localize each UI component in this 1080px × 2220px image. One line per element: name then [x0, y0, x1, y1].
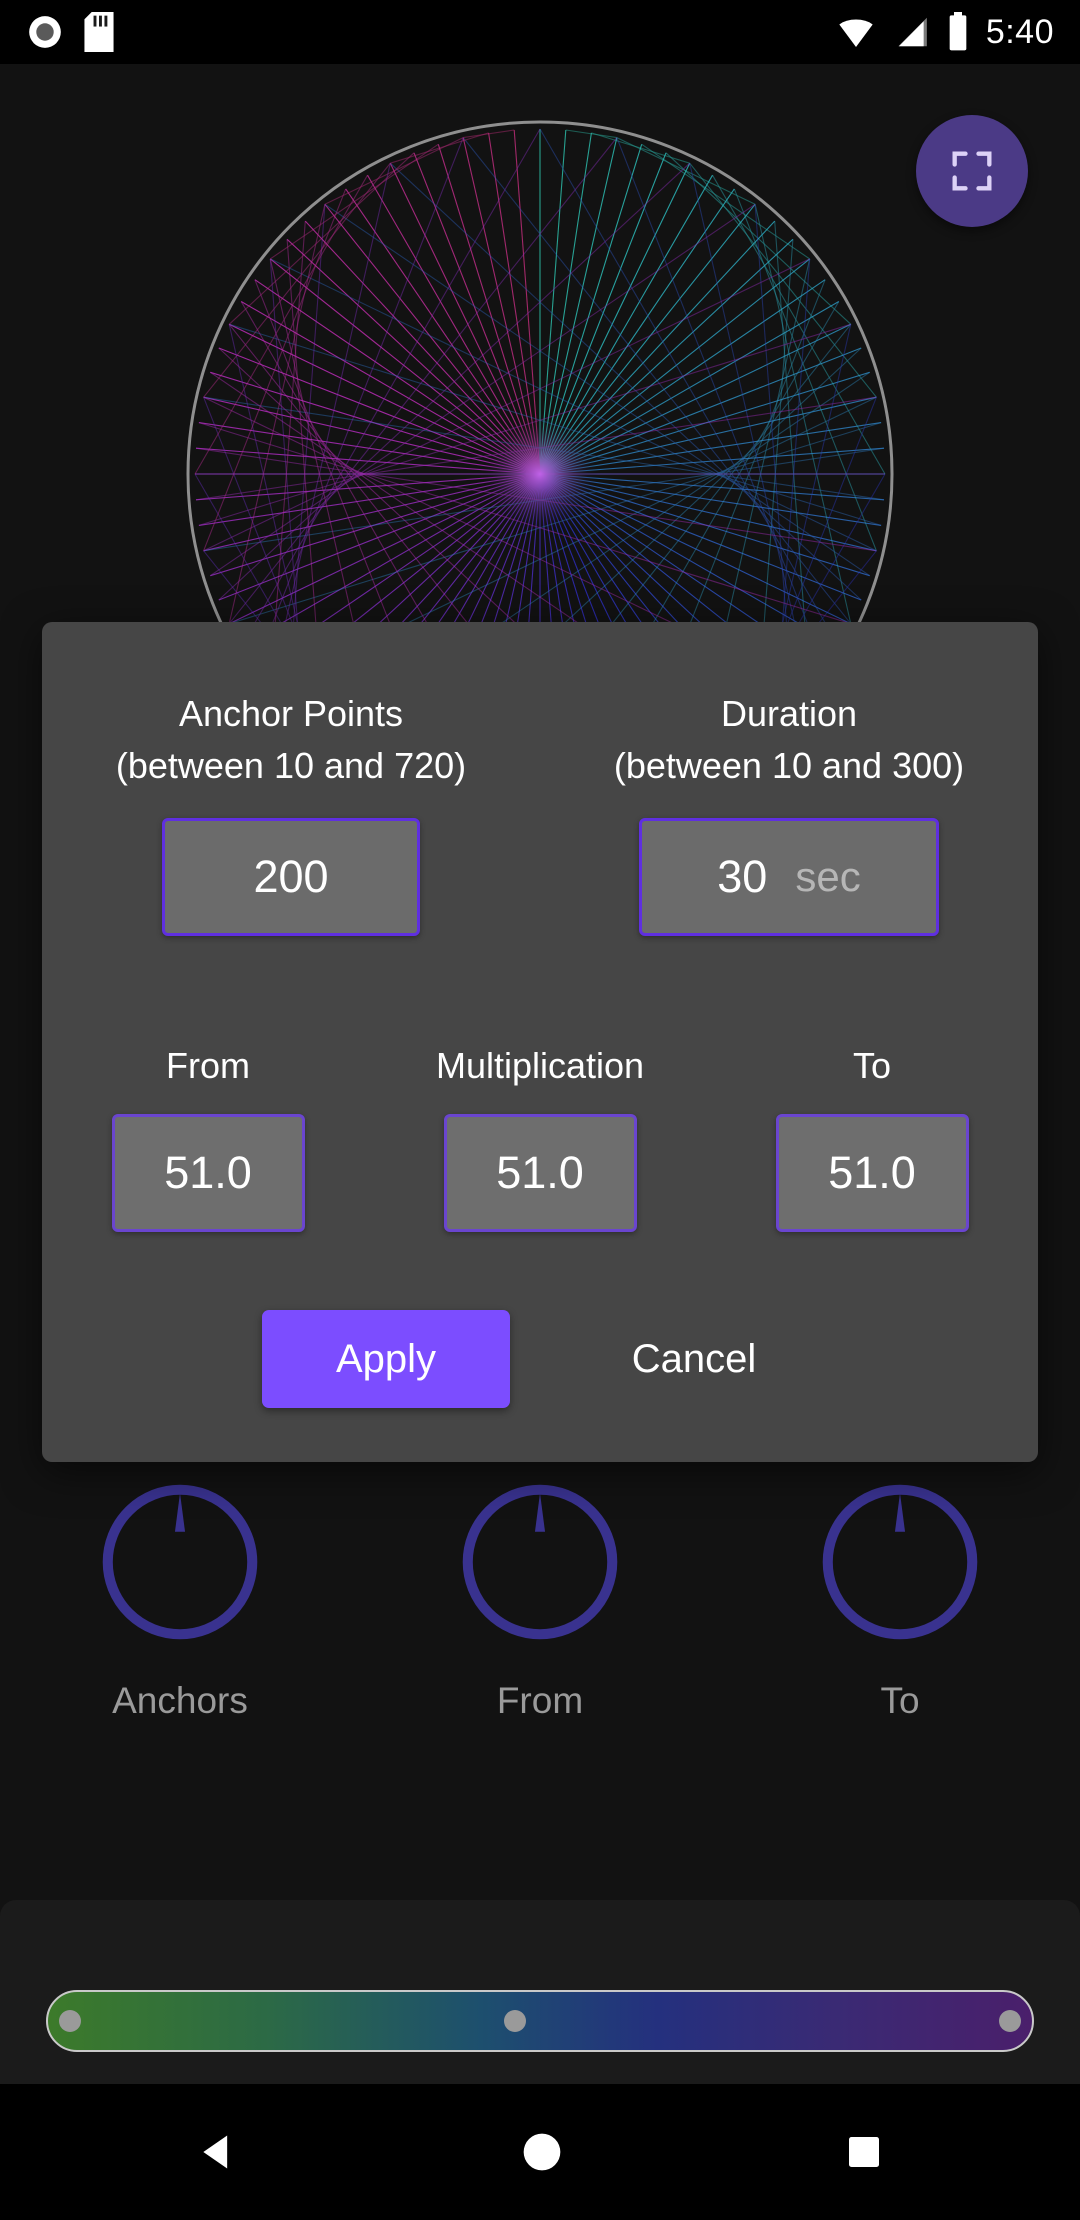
sd-card-icon [84, 12, 114, 52]
duration-input-cell: 30 sec [540, 818, 1038, 936]
duration-range: (between 10 and 300) [613, 745, 965, 786]
knob-from-dial[interactable] [456, 1478, 624, 1646]
knob-anchors-dial[interactable] [96, 1478, 264, 1646]
anchor-points-range: (between 10 and 720) [115, 745, 467, 786]
cancel-button[interactable]: Cancel [570, 1310, 818, 1408]
nav-home-button[interactable] [520, 2130, 564, 2174]
status-bar-right-icons: 5:40 [836, 12, 1054, 52]
from-input-cell: 51.0 [42, 1114, 374, 1232]
duration-unit: sec [795, 853, 861, 900]
status-bar-clock: 5:40 [985, 12, 1054, 51]
apply-button[interactable]: Apply [262, 1310, 510, 1408]
slider-handle-start[interactable] [58, 2010, 81, 2032]
multiplication-input-cell: 51.0 [374, 1114, 706, 1232]
top-inputs-row: 200 30 sec [42, 818, 1038, 936]
duration-value: 30 [717, 851, 768, 902]
knob-row: Anchors From To [0, 1478, 1080, 1778]
knob-from-label: From [496, 1680, 584, 1721]
battery-icon [949, 12, 967, 51]
wifi-icon [839, 19, 873, 47]
cellular-signal-icon [898, 17, 927, 47]
fullscreen-icon [952, 151, 992, 191]
multiplication-label: Multiplication [435, 1045, 645, 1086]
color-slider-panel [0, 1900, 1080, 2084]
color-gradient-slider[interactable] [46, 1990, 1034, 2052]
bottom-labels-row: From Multiplication To [42, 1040, 1038, 1092]
from-label: From [166, 1045, 250, 1086]
recents-square-icon [849, 2137, 879, 2167]
anchor-input-cell: 200 [42, 818, 540, 936]
status-bar-left-icons [26, 12, 114, 52]
nav-recents-button[interactable] [844, 2132, 884, 2172]
nav-back-button[interactable] [196, 2130, 240, 2174]
dialog-actions: Apply Cancel [42, 1310, 1038, 1408]
top-labels-row: Anchor Points (between 10 and 720) Durat… [42, 622, 1038, 792]
bottom-inputs-row: 51.0 51.0 51.0 [42, 1114, 1038, 1232]
status-bar: 5:40 [0, 0, 1080, 64]
knob-from[interactable]: From [360, 1478, 720, 1778]
from-input[interactable]: 51.0 [111, 1114, 305, 1232]
from-label-cell: From [42, 1040, 374, 1092]
to-label-cell: To [706, 1040, 1038, 1092]
to-input[interactable]: 51.0 [775, 1114, 969, 1232]
anchor-points-value: 200 [253, 851, 329, 902]
multiplication-label-cell: Multiplication [374, 1040, 706, 1092]
android-navigation-bar [0, 2084, 1080, 2220]
multiplication-value: 51.0 [496, 1147, 584, 1198]
duration-label: Duration [720, 693, 858, 734]
slider-handle-end[interactable] [999, 2010, 1022, 2032]
anchor-points-input[interactable]: 200 [162, 818, 420, 936]
home-circle-icon [523, 2133, 561, 2171]
multiplication-input[interactable]: 51.0 [443, 1114, 637, 1232]
to-input-cell: 51.0 [706, 1114, 1038, 1232]
knob-anchors-label: Anchors [112, 1680, 248, 1721]
duration-label-group: Duration (between 10 and 300) [540, 688, 1038, 792]
knob-to[interactable]: To [720, 1478, 1080, 1778]
to-value: 51.0 [828, 1147, 916, 1198]
fullscreen-fab-button[interactable] [916, 115, 1028, 227]
knob-to-dial[interactable] [816, 1478, 984, 1646]
back-triangle-icon [203, 2135, 228, 2169]
duration-input[interactable]: 30 sec [639, 818, 939, 936]
from-value: 51.0 [164, 1147, 252, 1198]
knob-to-label: To [880, 1680, 920, 1721]
to-label: To [852, 1045, 892, 1086]
anchor-points-label: Anchor Points [178, 693, 404, 734]
slider-handle-middle[interactable] [504, 2010, 527, 2032]
record-icon [29, 16, 61, 48]
knob-anchors[interactable]: Anchors [0, 1478, 360, 1778]
anchor-points-label-group: Anchor Points (between 10 and 720) [42, 688, 540, 792]
settings-dialog: Anchor Points (between 10 and 720) Durat… [42, 622, 1038, 1462]
